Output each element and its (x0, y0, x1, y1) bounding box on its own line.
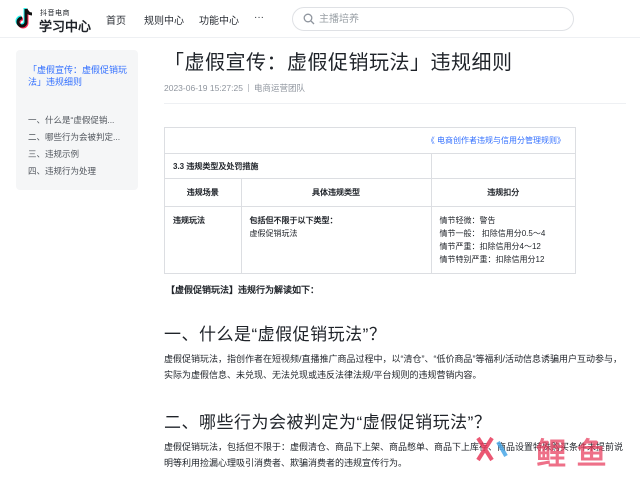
douyin-logo-icon (15, 8, 33, 29)
search-box[interactable] (292, 7, 574, 31)
nav-home[interactable]: 首页 (106, 12, 126, 27)
lead-text: 【虚假促销玩法】违规行为解读如下： (166, 285, 320, 295)
header-type: 具体违规类型 (240, 178, 431, 207)
nav-rules-center[interactable]: 规则中心 (144, 12, 184, 27)
type-item: 虚假促销玩法 (249, 229, 298, 238)
watermark-text: 鲤 鱼 (536, 437, 606, 472)
cell-scene: 违规玩法 (165, 206, 241, 273)
author: 电商运营团队 (253, 83, 305, 93)
top-nav-bar: 抖音电商 学习中心 首页 规则中心 功能中心 ··· (0, 0, 640, 38)
toc-item-1[interactable]: 一、什么是“虚假促销... (28, 114, 114, 126)
site-logo[interactable]: 抖音电商 学习中心 (14, 6, 104, 34)
table-row: 违规玩法 包括但不限于以下类型： 虚假促销玩法 情节轻微：警告 情节一般： 扣除… (165, 206, 575, 273)
toc-item-title[interactable]: 「虚假宣传：虚假促销玩法」违规细则 (28, 64, 134, 88)
article-meta: 2023-06-19 15:27:25 电商运营团队 (164, 82, 305, 94)
toc-item-4[interactable]: 四、违规行为处理 (28, 165, 96, 177)
section-heading-1: 一、什么是“虚假促销玩法”？ (164, 325, 387, 344)
cell-type: 包括但不限于以下类型： 虚假促销玩法 (240, 206, 431, 273)
table-cell-empty (430, 153, 575, 179)
nav-feature-center[interactable]: 功能中心 (199, 12, 239, 27)
section-heading: 3.3 违规类型及处罚措施 (165, 153, 431, 179)
search-icon (303, 13, 315, 25)
header-scene: 违规场景 (165, 178, 241, 207)
penalty-line: 情节特别严重：扣除信用分12 (439, 255, 545, 264)
search-input[interactable] (319, 11, 559, 27)
rule-table: 3.3 违规类型及处罚措施 违规场景 具体违规类型 违规扣分 违规玩法 包括但不… (165, 153, 575, 273)
title-divider (164, 103, 626, 104)
publish-date: 2023-06-19 15:27:25 (164, 83, 243, 93)
rule-excerpt-table: 《 电商创作者违规与信用分管理规则》 3.3 违规类型及处罚措施 违规场景 具体… (164, 127, 576, 274)
penalty-line: 情节轻微：警告 (439, 216, 496, 225)
section-heading-2: 二、哪些行为会被判定为“虚假促销玩法”？ (164, 413, 492, 432)
cell-penalty: 情节轻微：警告 情节一般： 扣除信用分0.5～4 情节严重：扣除信用分4～12 … (430, 206, 575, 273)
penalty-line: 情节一般： 扣除信用分0.5～4 (439, 229, 546, 238)
toc-item-2[interactable]: 二、哪些行为会被判定... (28, 131, 120, 143)
watermark-icon: 鲤 鱼 (476, 436, 606, 472)
table-of-contents: 「虚假宣传：虚假促销玩法」违规细则 一、什么是“虚假促销... 二、哪些行为会被… (16, 50, 138, 190)
table-header-row: 违规场景 具体违规类型 违规扣分 (165, 178, 575, 207)
header-penalty: 违规扣分 (430, 178, 575, 207)
article-title: 「虚假宣传：虚假促销玩法」违规细则 (164, 52, 513, 74)
paragraph-1: 虚假促销玩法，指创作者在短视频/直播推广商品过程中，以“清仓”、“低价商品”等福… (164, 354, 622, 380)
toc-item-3[interactable]: 三、违规示例 (28, 148, 79, 160)
table-row: 3.3 违规类型及处罚措施 (165, 153, 575, 179)
watermark-logo: 鲤 鱼 (474, 430, 634, 474)
rule-source-link[interactable]: 《 电商创作者违规与信用分管理规则》 (427, 135, 565, 146)
penalty-line: 情节严重：扣除信用分4～12 (439, 242, 541, 251)
type-title: 包括但不限于以下类型： (249, 216, 338, 225)
logo-title: 学习中心 (39, 19, 92, 34)
meta-separator (247, 84, 249, 92)
nav-more[interactable]: ··· (254, 12, 264, 23)
